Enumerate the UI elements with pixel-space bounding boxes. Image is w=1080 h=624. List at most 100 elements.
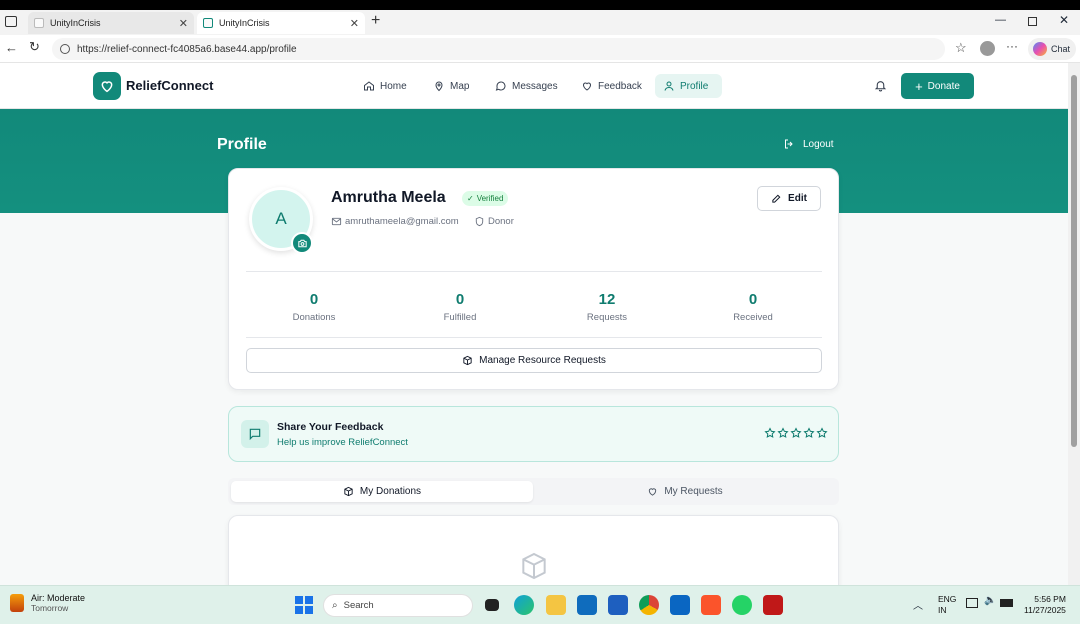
search-placeholder: Search [343, 600, 374, 611]
logout-button[interactable]: Logout [783, 138, 834, 150]
top-navbar: ReliefConnect Home Map Messages Feedback… [0, 63, 1068, 109]
minimize-icon[interactable]: — [995, 14, 1006, 26]
stat-value: 0 [309, 291, 319, 308]
star-icon [803, 427, 815, 438]
favicon-icon [203, 18, 213, 28]
bell-icon[interactable] [874, 79, 887, 92]
star-rating[interactable] [764, 427, 828, 439]
close-window-icon[interactable]: ✕ [1059, 13, 1069, 27]
star-icon [764, 427, 776, 438]
verified-label: Verified [476, 194, 504, 203]
package-icon [344, 486, 353, 497]
nav-home[interactable]: Home [355, 74, 415, 98]
camera-icon[interactable] [291, 232, 313, 254]
user-name: Amrutha Meela [331, 189, 446, 206]
close-tab-icon[interactable]: ✕ [179, 17, 188, 30]
shield-icon [475, 216, 484, 227]
language-indicator[interactable]: ENG IN [938, 594, 956, 616]
star-icon [777, 427, 789, 438]
chrome-icon[interactable] [639, 595, 659, 615]
edit-label: Edit [788, 193, 807, 204]
stat-value: 0 [455, 291, 465, 308]
copilot-chat-button[interactable]: Chat [1028, 38, 1076, 60]
more-icon[interactable]: ··· [1006, 39, 1018, 53]
scrollbar-thumb[interactable] [1071, 75, 1077, 447]
mcafee-icon[interactable] [763, 595, 783, 615]
clock[interactable]: 5:56 PM 11/27/2025 [1024, 594, 1066, 616]
brand-name[interactable]: ReliefConnect [126, 78, 213, 93]
logo[interactable] [93, 72, 121, 100]
feedback-card[interactable]: Share Your Feedback Help us improve Reli… [228, 406, 839, 462]
user-email: amruthameela@gmail.com [331, 216, 459, 227]
package-icon [463, 355, 472, 366]
manage-requests-button[interactable]: Manage Resource Requests [246, 348, 822, 373]
whatsapp-icon[interactable] [732, 595, 752, 615]
tab-actions-icon[interactable] [5, 16, 17, 27]
store-icon[interactable] [608, 595, 628, 615]
feedback-subtitle: Help us improve ReliefConnect [277, 437, 408, 448]
file-explorer-icon[interactable] [546, 595, 566, 615]
tab-my-requests[interactable]: My Requests [534, 481, 836, 502]
profile-card: A Amrutha Meela ✓ Verified amruthameela@… [228, 168, 839, 390]
brave-icon[interactable] [701, 595, 721, 615]
browser-tab-bar: UnityInCrisis ✕ UnityInCrisis ✕ + — ✕ [0, 10, 1080, 35]
star-icon [790, 427, 802, 438]
nav-label: Feedback [598, 80, 642, 92]
stat-label: Received [733, 312, 773, 323]
stat-label: Requests [586, 312, 628, 323]
donations-requests-tabs: My Donations My Requests [228, 478, 839, 505]
outlook-icon[interactable] [577, 595, 597, 615]
divider [246, 337, 822, 338]
page-scrollbar[interactable] [1068, 63, 1080, 585]
info-icon[interactable] [60, 44, 70, 54]
taskbar-search[interactable]: ⌕ Search [323, 594, 473, 617]
address-bar: ← ↻ https://relief-connect-fc4085a6.base… [0, 35, 1080, 63]
linkedin-icon[interactable] [670, 595, 690, 615]
stat-received: 0 Received [683, 291, 823, 323]
star-icon [816, 427, 828, 438]
page-title: Profile [217, 136, 267, 153]
stat-label: Donations [292, 312, 336, 323]
nav-messages[interactable]: Messages [487, 74, 566, 98]
tab-label: My Donations [359, 486, 422, 497]
stat-fulfilled: 0 Fulfilled [390, 291, 530, 323]
message-icon [495, 81, 506, 91]
new-tab-icon[interactable]: + [371, 12, 380, 30]
nav-feedback[interactable]: Feedback [573, 74, 650, 98]
favorites-icon[interactable]: ☆ [955, 40, 967, 56]
nav-map[interactable]: Map [425, 74, 477, 98]
url-field[interactable]: https://relief-connect-fc4085a6.base44.a… [52, 38, 945, 60]
chat-label: Chat [1051, 44, 1071, 54]
weather-widget[interactable]: Air: Moderate Tomorrow [10, 593, 85, 613]
avatar-initial: A [275, 209, 287, 228]
volume-icon[interactable]: 🔈 [984, 595, 996, 606]
feedback-title: Share Your Feedback [277, 421, 384, 433]
page-viewport: ReliefConnect Home Map Messages Feedback… [0, 63, 1068, 585]
back-icon[interactable]: ← [5, 40, 18, 55]
heart-icon [649, 488, 657, 496]
profile-avatar-icon[interactable] [980, 41, 995, 56]
map-pin-icon [435, 81, 443, 92]
browser-tab-2[interactable]: UnityInCrisis ✕ [197, 12, 365, 34]
email-text: amruthameela@gmail.com [345, 216, 459, 227]
message-square-icon [241, 420, 269, 448]
battery-icon[interactable] [1000, 599, 1013, 607]
browser-tab-title: UnityInCrisis [50, 18, 101, 28]
refresh-icon[interactable]: ↻ [29, 39, 40, 55]
task-view-icon[interactable] [485, 599, 499, 611]
clock-date: 11/27/2025 [1024, 605, 1066, 615]
nav-profile[interactable]: Profile [655, 74, 722, 98]
donate-button[interactable]: + Donate [901, 73, 974, 99]
verified-badge: ✓ Verified [462, 191, 509, 206]
windows-taskbar: Air: Moderate Tomorrow ⌕ Search ︿ ENG IN… [0, 585, 1080, 624]
nav-label: Map [450, 80, 470, 92]
edit-button[interactable]: Edit [757, 186, 821, 211]
close-tab-icon[interactable]: ✕ [350, 17, 359, 30]
windows-start-icon[interactable] [295, 596, 313, 614]
browser-tab-1[interactable]: UnityInCrisis ✕ [28, 12, 194, 34]
network-icon[interactable] [966, 598, 978, 608]
maximize-icon[interactable] [1028, 17, 1037, 26]
tab-my-donations[interactable]: My Donations [231, 481, 533, 502]
edge-icon[interactable] [514, 595, 534, 615]
chevron-up-icon[interactable]: ︿ [913, 597, 923, 612]
